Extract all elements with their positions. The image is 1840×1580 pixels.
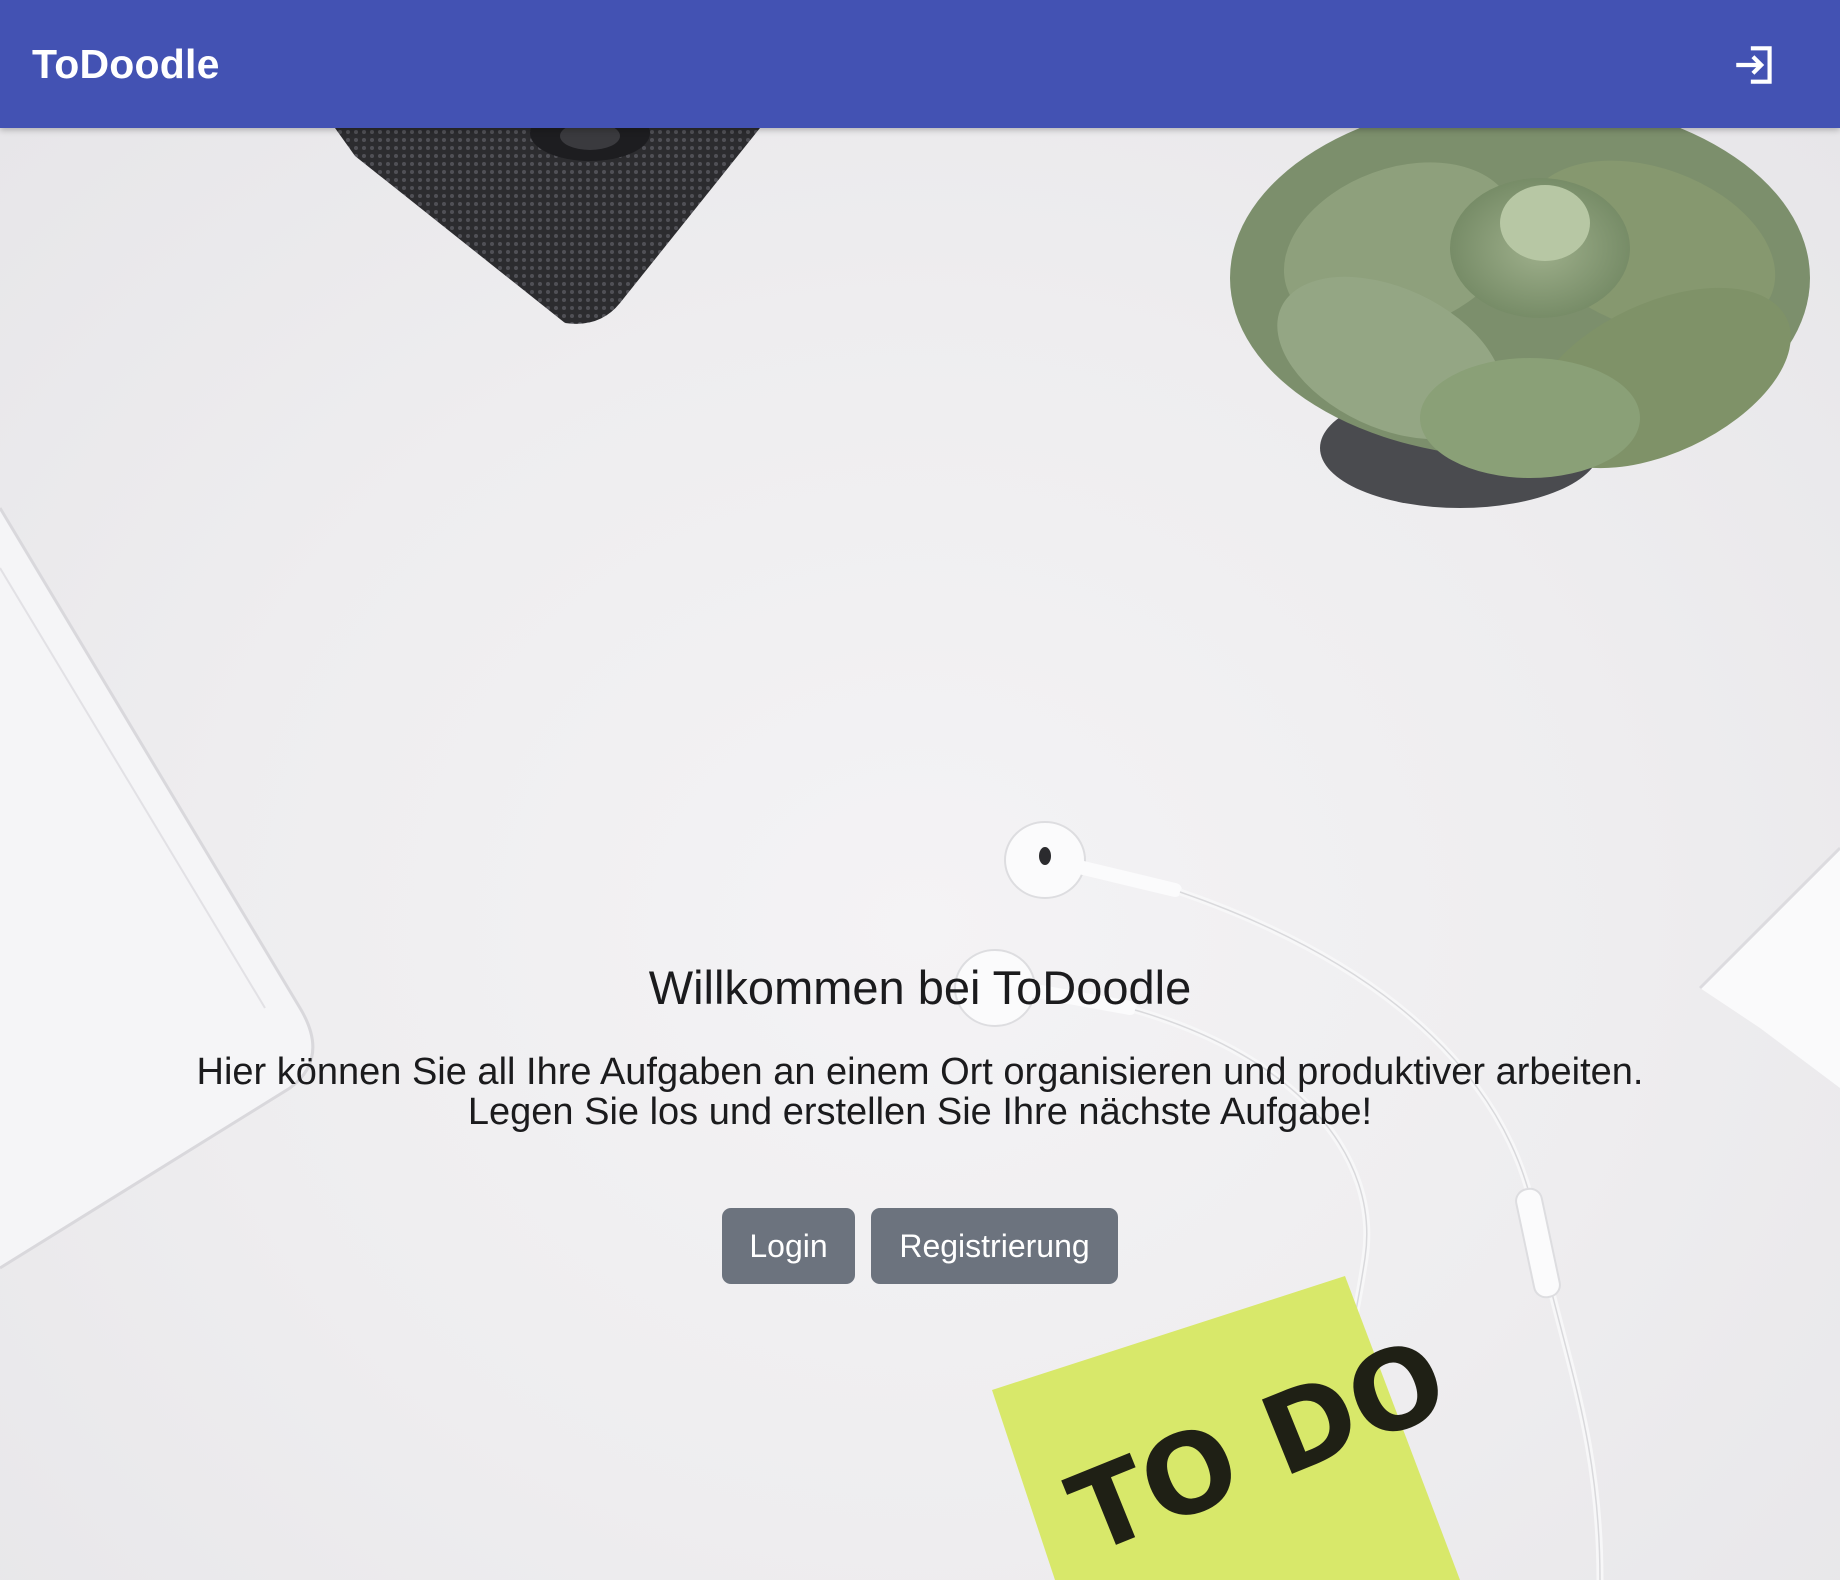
hero-background: TO DO bbox=[0, 128, 1840, 1580]
action-buttons: Login Registrierung bbox=[0, 1208, 1840, 1284]
sticky-note: TO DO bbox=[992, 1276, 1464, 1580]
desk-photo: TO DO bbox=[0, 128, 1840, 1580]
pen-holder-shape bbox=[335, 128, 760, 324]
intro-line-2: Legen Sie los und erstellen Sie Ihre näc… bbox=[467, 1091, 1373, 1133]
plant-shape bbox=[1230, 128, 1810, 508]
intro-line-1: Hier können Sie all Ihre Aufgaben an ein… bbox=[196, 1051, 1644, 1093]
register-button[interactable]: Registrierung bbox=[871, 1208, 1118, 1284]
laptop-shape bbox=[0, 507, 315, 1270]
intro-text: Hier können Sie all Ihre Aufgaben an ein… bbox=[0, 1052, 1840, 1132]
login-button[interactable]: Login bbox=[722, 1208, 855, 1284]
login-arrow-icon[interactable] bbox=[1730, 40, 1780, 90]
app-bar: ToDoodle bbox=[0, 0, 1840, 128]
welcome-heading: Willkommen bei ToDoodle bbox=[648, 961, 1192, 1014]
app-title[interactable]: ToDoodle bbox=[32, 0, 220, 128]
